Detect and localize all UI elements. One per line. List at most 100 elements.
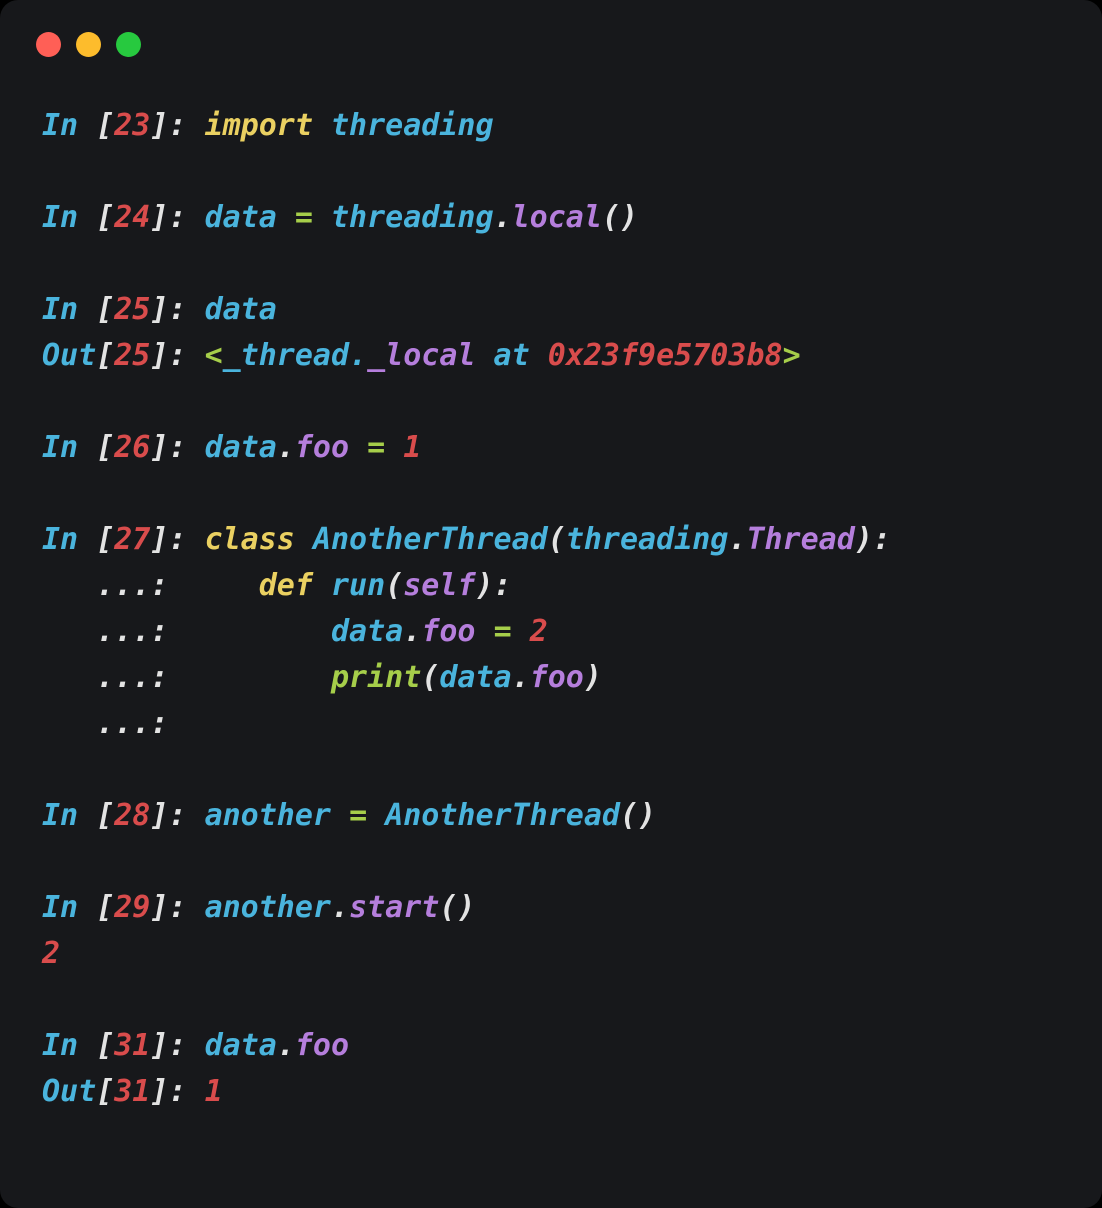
token-prompt: In [42, 200, 97, 235]
token-name: AnotherThread [312, 522, 548, 557]
token-name: at [475, 338, 548, 373]
token-attr: local [511, 200, 602, 235]
console-line-input: In [26]: data.foo = 1 [42, 425, 1094, 471]
token-num: 2 [42, 936, 61, 971]
token-bracket: ] [150, 798, 169, 833]
token-cont: ...: [42, 706, 169, 741]
token-punct: ): [475, 568, 512, 603]
token-kw: def [258, 568, 313, 603]
token-count: 26 [114, 430, 151, 465]
token-op: = [367, 430, 386, 465]
console-line-input: In [25]: data [42, 287, 1094, 333]
token-bracket: ] [150, 1074, 169, 1109]
token-bracket: : [168, 798, 205, 833]
console-line-input: In [28]: another = AnotherThread() [42, 793, 1094, 839]
console-line-input: In [23]: import threading [42, 103, 1094, 149]
token-punct: () [601, 200, 639, 235]
token-bracket: : [168, 1074, 205, 1109]
token-prompt: In [42, 430, 97, 465]
token-attr: foo [294, 430, 350, 465]
token-op: = [349, 798, 368, 833]
token-punct: ( [547, 522, 566, 557]
token-name: data [204, 200, 277, 235]
token-count: 27 [114, 522, 151, 557]
token-bracket: ] [150, 292, 169, 327]
minimize-window-button[interactable] [76, 32, 101, 57]
token-bracket: : [168, 108, 205, 143]
token-punct: () [439, 890, 476, 925]
token-prompt: In [42, 798, 97, 833]
console-line-stdout: 2 [42, 931, 1094, 977]
console-line-input: In [24]: data = threading.local() [42, 195, 1094, 241]
token-name: AnotherThread [385, 798, 620, 833]
token-bracket: : [168, 1028, 205, 1063]
token-name: another [204, 890, 331, 925]
token-bracket: : [168, 890, 205, 925]
token-name: _thread. [222, 338, 368, 373]
token-bracket: [ [96, 338, 115, 373]
terminal-window: In [23]: import threading In [24]: data … [0, 0, 1102, 1208]
token-bracket: ] [150, 430, 169, 465]
token-bracket: ] [150, 1028, 169, 1063]
token-count: 25 [114, 292, 151, 327]
maximize-window-button[interactable] [116, 32, 141, 57]
token-attr: foo [294, 1028, 350, 1063]
close-window-button[interactable] [36, 32, 61, 57]
token-bracket: ] [150, 108, 169, 143]
token-name: threading [331, 108, 494, 143]
token-punct: . [276, 1028, 295, 1063]
token-prompt: Out [42, 1074, 97, 1109]
token-name: threading [565, 522, 729, 557]
token-bracket: : [168, 338, 205, 373]
token-num: 1 [204, 1074, 223, 1109]
token-name: threading [331, 200, 494, 235]
token-bracket: [ [96, 1028, 115, 1063]
token-count: 29 [114, 890, 151, 925]
token-prompt: In [42, 292, 97, 327]
token-count: 25 [114, 338, 151, 373]
token-name: data [204, 430, 277, 465]
token-num: 2 [529, 614, 548, 649]
token-op: = [294, 200, 313, 235]
token-count: 24 [114, 200, 151, 235]
token-name: data [331, 614, 404, 649]
token-punct: ): [854, 522, 891, 557]
token-count: 28 [114, 798, 151, 833]
window-titlebar[interactable] [0, 0, 1102, 86]
token-bracket: [ [96, 1074, 115, 1109]
token-prompt: Out [42, 338, 97, 373]
token-name: data [204, 1028, 277, 1063]
token-bracket: : [168, 292, 205, 327]
token-cont: ...: [42, 660, 187, 695]
token-punct: . [276, 430, 295, 465]
token-cont: ...: [42, 568, 187, 603]
token-bracket: ] [150, 890, 169, 925]
token-punct: . [493, 200, 512, 235]
console-line-input: In [29]: another.start() [42, 885, 1094, 931]
token-count: 31 [114, 1074, 151, 1109]
token-prompt: In [42, 1028, 97, 1063]
token-attr: foo [421, 614, 476, 649]
token-bracket: : [168, 522, 205, 557]
ipython-console-output[interactable]: In [23]: import threading In [24]: data … [42, 103, 1094, 1208]
console-line-output: Out[31]: 1 [42, 1069, 1094, 1115]
token-builtin: print [331, 660, 422, 695]
token-punct: () [620, 798, 657, 833]
token-prompt: In [42, 108, 97, 143]
token-op: < [204, 338, 223, 373]
console-line-input: In [31]: data.foo [42, 1023, 1094, 1069]
